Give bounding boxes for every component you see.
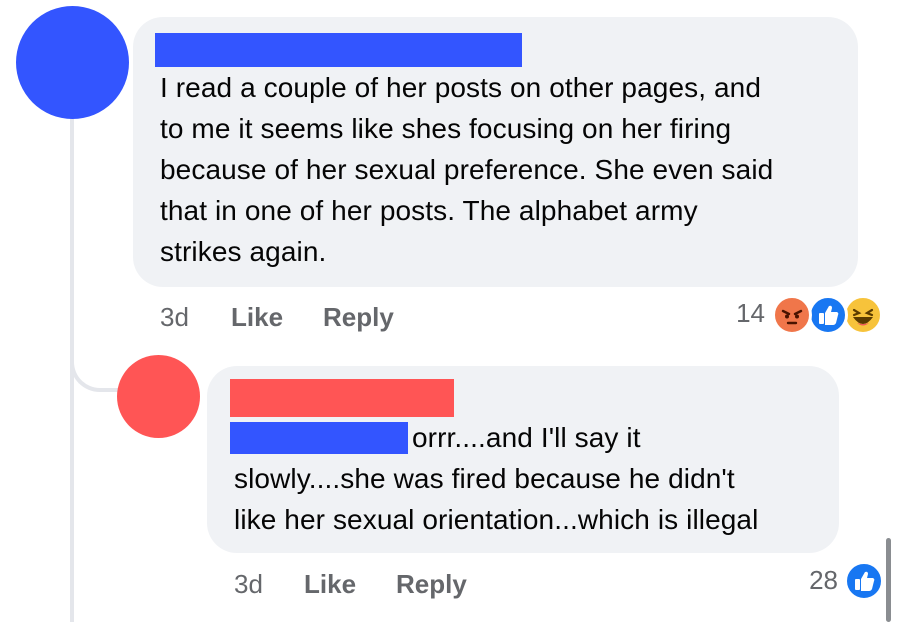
comment-line: I read a couple of her posts on other pa… bbox=[160, 72, 761, 103]
comment-line: orrr....and I'll say it bbox=[234, 417, 758, 458]
comment-bubble: I read a couple of her posts on other pa… bbox=[133, 17, 858, 287]
comment-line: that in one of her posts. The alphabet a… bbox=[160, 195, 698, 226]
avatar[interactable] bbox=[117, 355, 200, 438]
comment-text: I read a couple of her posts on other pa… bbox=[160, 67, 773, 272]
like-reaction-icon bbox=[844, 561, 884, 601]
like-reaction-icon bbox=[808, 295, 848, 335]
redacted-author-name[interactable] bbox=[230, 379, 454, 417]
reaction-count: 14 bbox=[736, 298, 765, 328]
comment-line: like her sexual orientation...which is i… bbox=[234, 504, 759, 535]
comment-bubble: orrr....and I'll say it slowly....she wa… bbox=[207, 366, 839, 553]
comment-line-text: orrr....and I'll say it bbox=[412, 422, 641, 453]
avatar[interactable] bbox=[16, 6, 129, 119]
thread-reply-connector bbox=[70, 330, 120, 392]
redacted-author-name[interactable] bbox=[155, 33, 522, 67]
angry-reaction-icon bbox=[772, 295, 812, 335]
comment-timestamp[interactable]: 3d bbox=[234, 569, 263, 600]
like-button[interactable]: Like bbox=[231, 302, 283, 333]
scrollbar[interactable] bbox=[886, 538, 891, 622]
reaction-summary[interactable]: 28 bbox=[780, 558, 890, 608]
comment-text: orrr....and I'll say it slowly....she wa… bbox=[234, 417, 758, 540]
reply-button[interactable]: Reply bbox=[323, 302, 394, 333]
reply-button[interactable]: Reply bbox=[396, 569, 467, 600]
comment-line: slowly....she was fired because he didn'… bbox=[234, 463, 735, 494]
comment-timestamp[interactable]: 3d bbox=[160, 302, 189, 333]
comment-line: because of her sexual preference. She ev… bbox=[160, 154, 774, 185]
like-button[interactable]: Like bbox=[304, 569, 356, 600]
comment-line: to me it seems like shes focusing on her… bbox=[160, 113, 732, 144]
haha-reaction-icon bbox=[843, 295, 883, 335]
reaction-count: 28 bbox=[809, 565, 838, 595]
comment-line: strikes again. bbox=[160, 236, 327, 267]
reaction-summary[interactable]: 14 bbox=[700, 290, 890, 340]
